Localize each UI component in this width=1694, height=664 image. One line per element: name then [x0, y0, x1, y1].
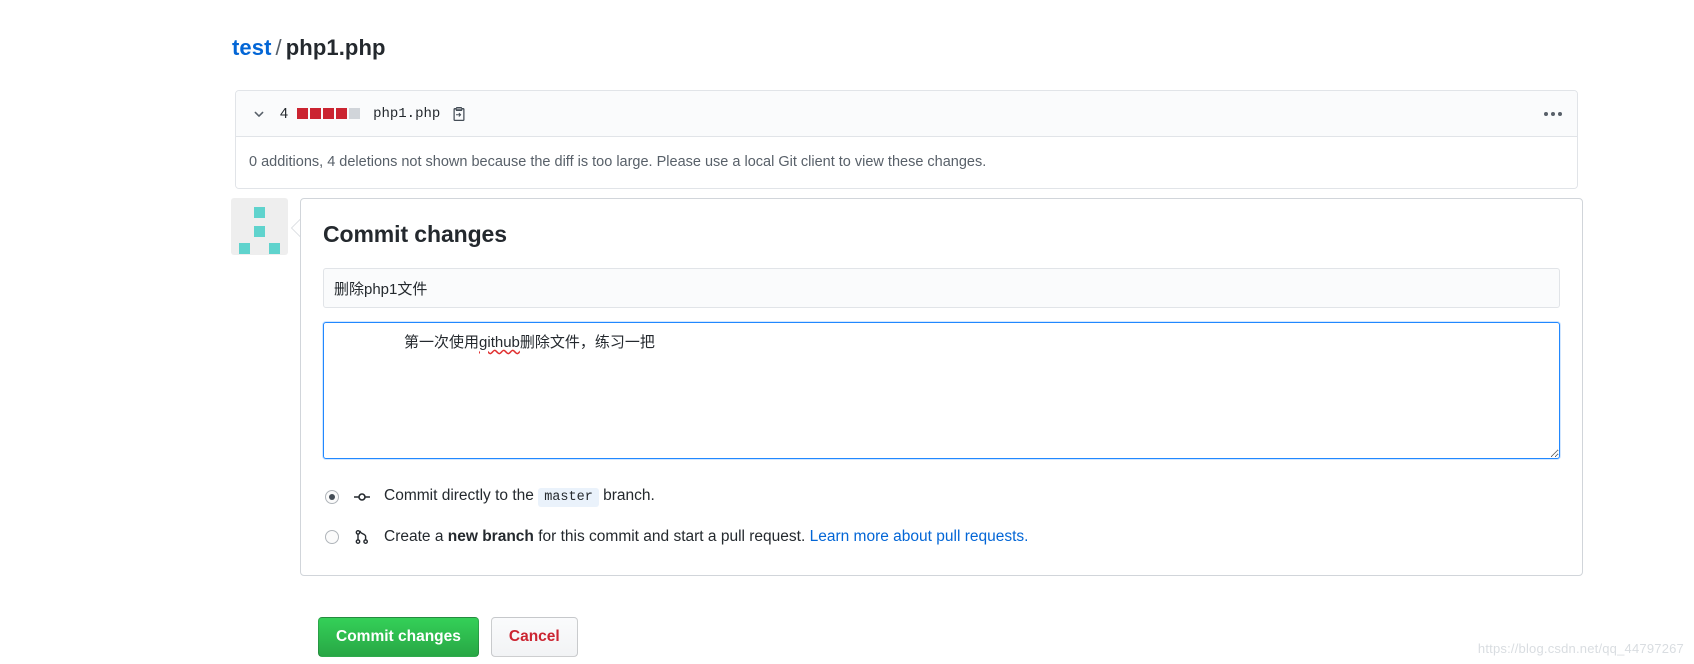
diff-block-deletion	[336, 108, 348, 119]
file-diff-box: 4 php1.php 0 additions, 4 deletions not …	[235, 90, 1578, 189]
git-commit-icon	[353, 489, 371, 505]
avatar-tile	[269, 243, 280, 254]
branch-name-code: master	[538, 488, 599, 507]
breadcrumb-repo-link[interactable]: test	[232, 35, 272, 60]
breadcrumb-file-name: php1.php	[285, 35, 386, 60]
kebab-dot	[1551, 111, 1555, 116]
breadcrumb: test / php1.php	[232, 33, 386, 63]
diff-block-deletion	[297, 108, 309, 119]
option-commit-directly[interactable]: Commit directly to the master branch.	[323, 481, 1560, 513]
option-create-new-branch-label: Create a new branch for this commit and …	[384, 526, 1028, 548]
radio-commit-directly[interactable]	[325, 490, 339, 504]
commit-card: Commit changes Commit directly to the ma…	[300, 198, 1583, 576]
option-commit-directly-label: Commit directly to the master branch.	[384, 485, 655, 509]
diff-file-name[interactable]: php1.php	[373, 106, 440, 122]
avatar-tile	[254, 226, 265, 237]
diff-block-deletion	[323, 108, 335, 119]
form-actions: Commit changes Cancel	[318, 617, 578, 657]
cancel-button[interactable]: Cancel	[490, 617, 578, 657]
watermark: https://blog.csdn.net/qq_44797267	[1477, 641, 1684, 656]
diff-block-neutral	[349, 108, 361, 119]
radio-create-new-branch[interactable]	[325, 530, 339, 544]
kebab-menu-icon[interactable]	[1542, 108, 1564, 120]
diff-block-deletion	[310, 108, 322, 119]
page-title: Commit changes	[323, 221, 507, 247]
kebab-dot	[1558, 111, 1562, 116]
speech-arrow	[288, 198, 301, 576]
avatar-tile	[254, 207, 265, 218]
commit-directly-text-before: Commit directly to the	[384, 487, 534, 504]
chevron-down-icon[interactable]	[248, 103, 270, 125]
diff-changes-count: 4	[280, 105, 289, 122]
file-diff-header: 4 php1.php	[236, 91, 1577, 137]
commit-directly-text-after: branch.	[603, 487, 655, 504]
git-branch-icon	[353, 529, 371, 545]
commit-changes-button[interactable]: Commit changes	[318, 617, 479, 657]
new-branch-text-middle: for this commit and start a pull request…	[538, 528, 806, 545]
diff-too-large-message: 0 additions, 4 deletions not shown becau…	[236, 137, 1577, 188]
branch-options-group: Commit directly to the master branch. Cr…	[323, 481, 1560, 553]
new-branch-bold-text: new branch	[447, 528, 534, 545]
diff-stat-blocks	[297, 108, 361, 119]
new-branch-text-before: Create a	[384, 528, 444, 545]
breadcrumb-separator: /	[275, 35, 282, 60]
option-create-new-branch[interactable]: Create a new branch for this commit and …	[323, 521, 1560, 553]
page-root: test / php1.php 4 php1.php 0 additions, …	[0, 0, 1694, 664]
copy-path-icon[interactable]	[451, 106, 467, 122]
avatar-tile	[239, 243, 250, 254]
commit-description-textarea[interactable]	[323, 322, 1560, 459]
avatar	[231, 198, 288, 255]
commit-form-section: Commit changes Commit directly to the ma…	[231, 198, 1583, 576]
commit-summary-input[interactable]	[323, 268, 1560, 308]
kebab-dot	[1544, 111, 1548, 116]
learn-more-pull-requests-link[interactable]: Learn more about pull requests.	[810, 528, 1029, 545]
